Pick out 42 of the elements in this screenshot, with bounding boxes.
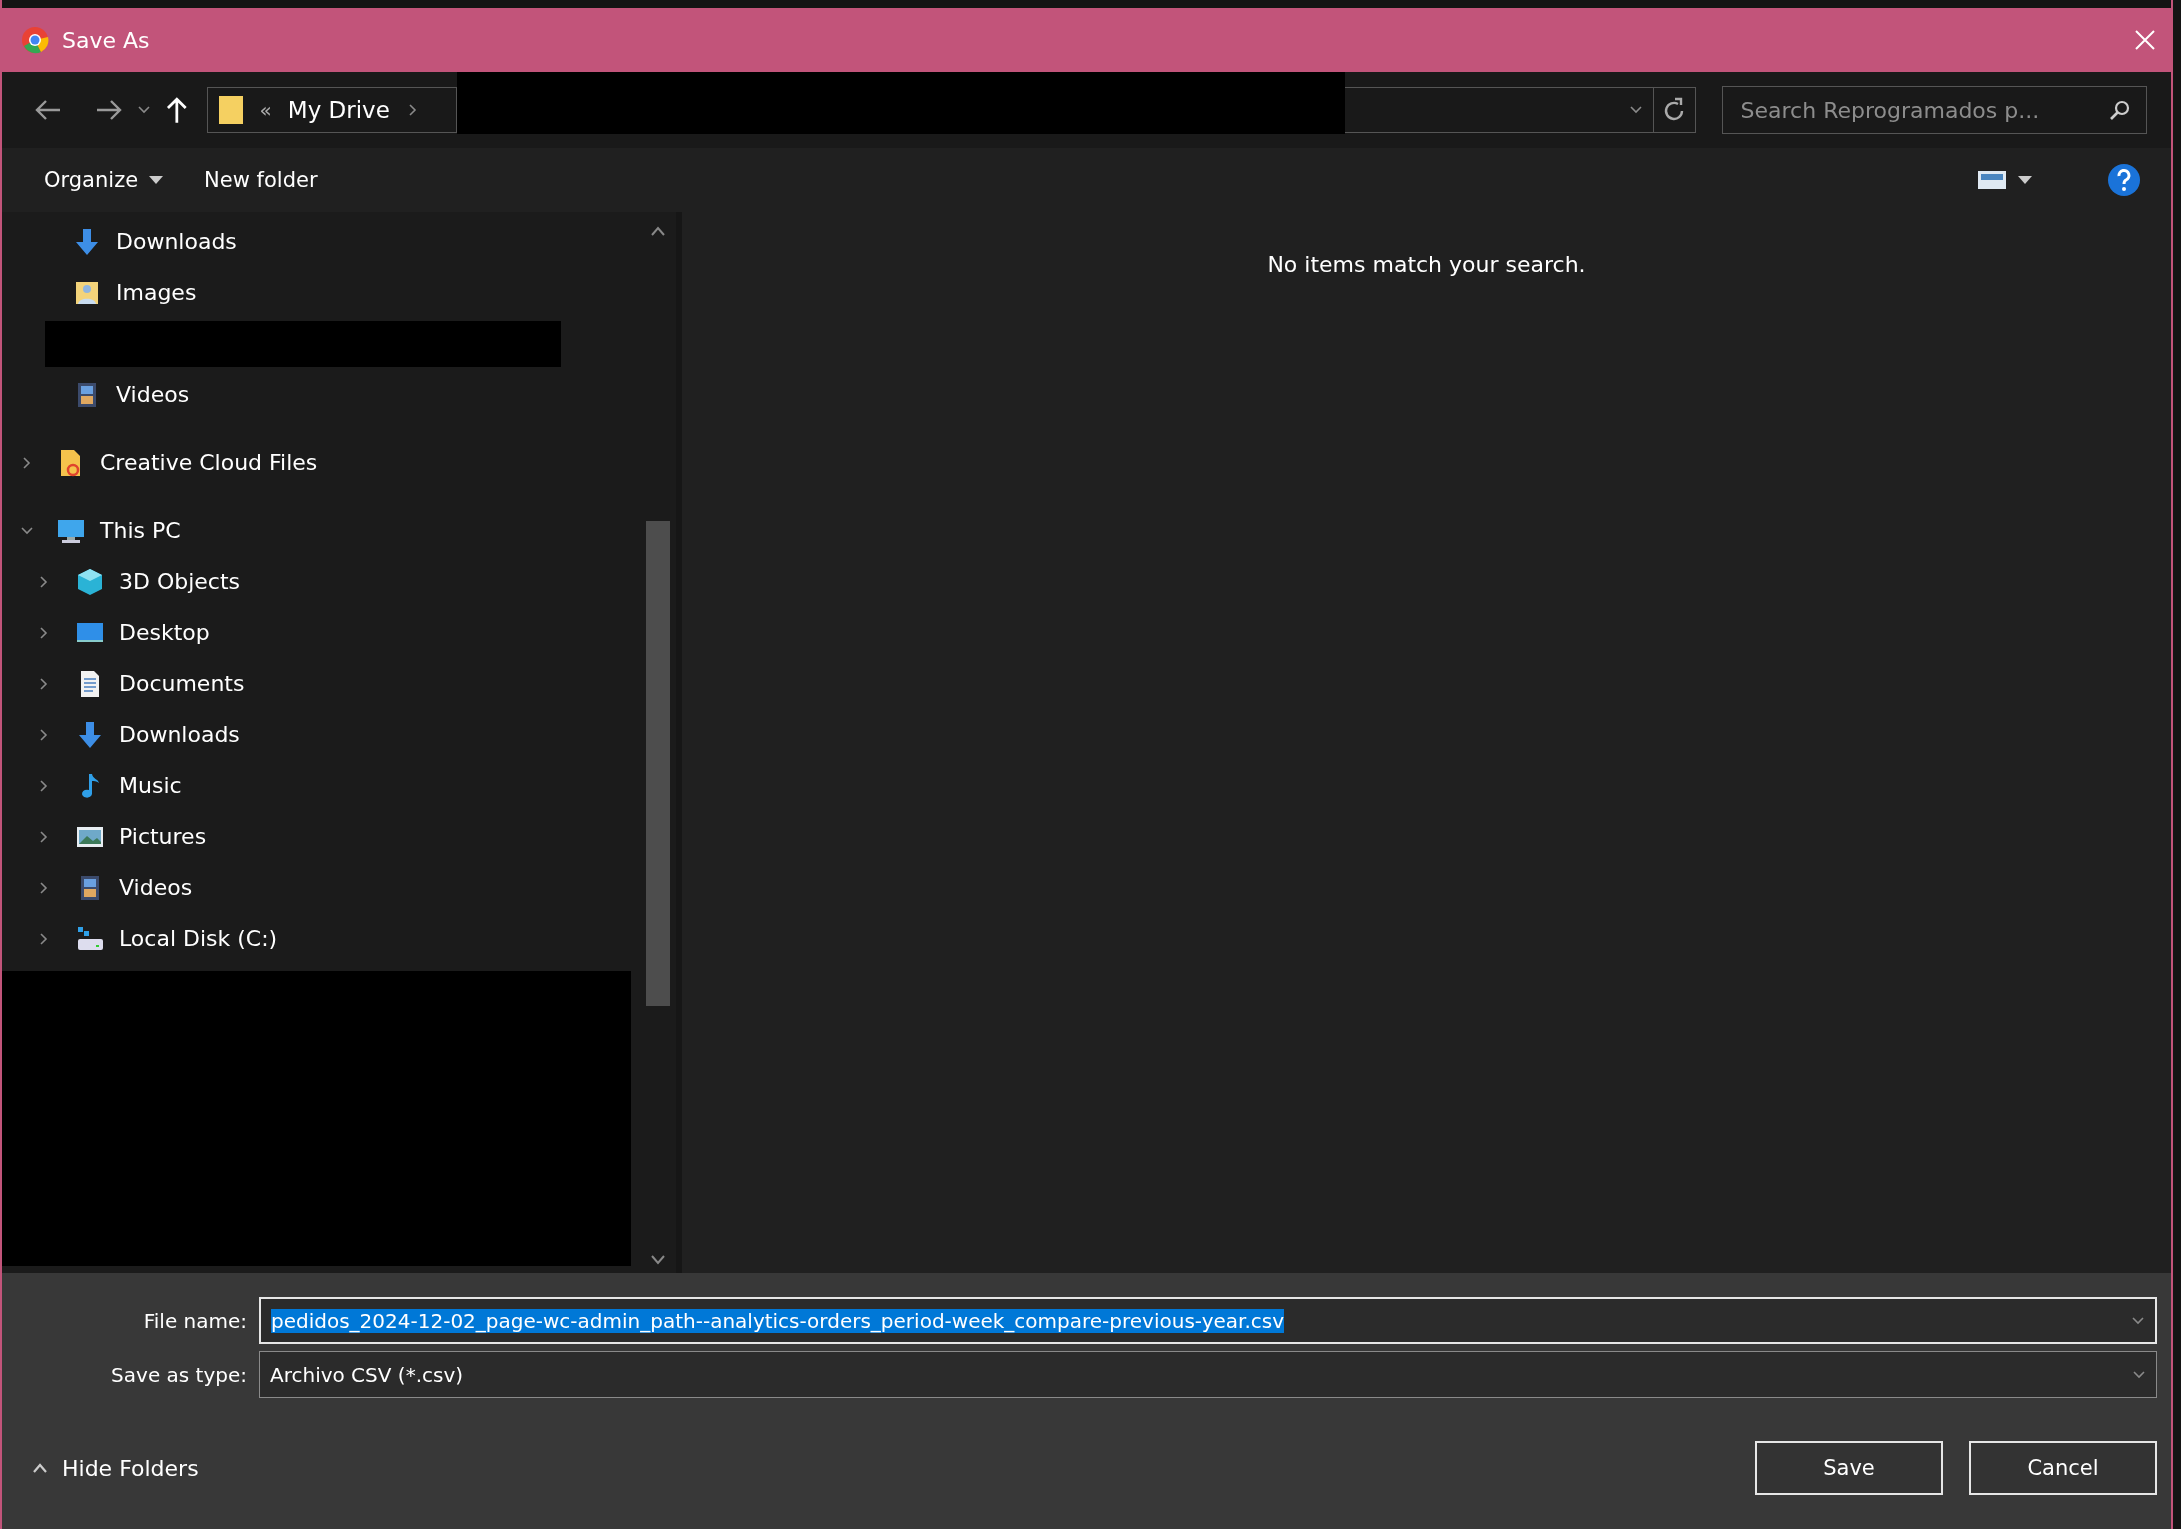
help-icon[interactable] <box>2107 163 2141 197</box>
app-logo-icon <box>20 25 50 55</box>
scrollbar-thumb[interactable] <box>646 521 670 1006</box>
view-icon[interactable] <box>1977 169 2007 191</box>
tree-item[interactable]: Videos <box>2 369 640 420</box>
caret-up-icon <box>32 1463 48 1473</box>
close-icon[interactable] <box>2133 28 2157 52</box>
tree-item[interactable]: Music <box>2 760 640 811</box>
new-folder-button[interactable]: New folder <box>202 164 320 196</box>
tree-item[interactable]: Downloads <box>2 709 640 760</box>
caret-icon <box>148 175 165 185</box>
search-icon <box>2108 98 2132 122</box>
tree-item[interactable]: Images <box>2 267 640 318</box>
window-title: Save As <box>62 27 151 53</box>
cube-icon <box>75 566 105 597</box>
address-bar[interactable]: « My Drive <box>206 87 458 133</box>
organize-button[interactable]: Organize <box>42 164 167 196</box>
forward-arrow-icon[interactable] <box>95 98 124 122</box>
tree-item[interactable]: Creative Cloud Files <box>2 437 640 488</box>
cancel-button[interactable]: Cancel <box>1969 1441 2157 1495</box>
hide-folders-button[interactable]: Hide Folders <box>26 1454 205 1482</box>
caret-icon[interactable] <box>2017 175 2033 185</box>
tree-item[interactable]: Local Disk (C:) <box>2 913 640 964</box>
scroll-down-icon[interactable] <box>650 1255 666 1265</box>
folder-icon <box>217 94 244 126</box>
empty-message: No items match your search. <box>1267 252 1586 279</box>
search-field[interactable]: Search Reprogramados p... <box>1721 86 2147 134</box>
tree-item[interactable]: Videos <box>2 862 640 913</box>
file-type-dropdown[interactable]: Archivo CSV (*.csv) <box>259 1351 2157 1398</box>
up-arrow-icon[interactable] <box>164 96 189 124</box>
field-label: File name: <box>142 1308 248 1333</box>
tree-item[interactable]: Pictures <box>2 811 640 862</box>
save-button[interactable]: Save <box>1755 1441 1943 1495</box>
tree-item[interactable]: 3D Objects <box>2 556 640 607</box>
tree-item[interactable]: Desktop <box>2 607 640 658</box>
file-name-field[interactable]: pedidos_2024-12-02_page-wc-admin_path--analytics-orders_period-week_compare-previous-year.csv <box>259 1297 2157 1344</box>
tree-item[interactable]: Documents <box>2 658 640 709</box>
tree-item[interactable]: This PC <box>2 505 640 556</box>
scroll-up-icon[interactable] <box>650 226 666 236</box>
back-arrow-icon[interactable] <box>33 98 62 122</box>
tree-item[interactable]: Downloads <box>2 216 640 267</box>
field-label: Save as type: <box>110 1362 248 1387</box>
